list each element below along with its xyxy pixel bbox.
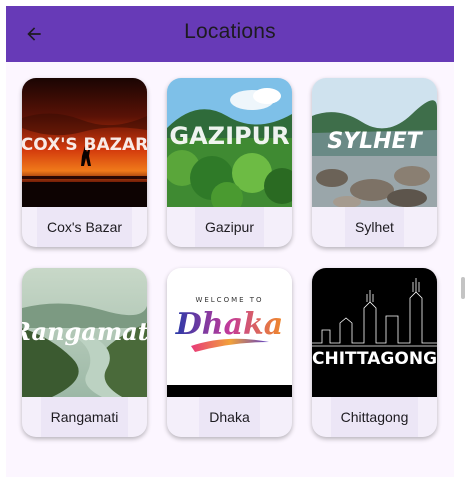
dhaka-image-text: Dhaka (175, 307, 284, 342)
dhaka-image: WELCOME TO Dhaka (167, 268, 292, 397)
location-label[interactable]: Cox's Bazar (36, 207, 133, 247)
location-label[interactable]: Rangamati (40, 397, 129, 437)
location-card-dhaka[interactable]: WELCOME TO Dhaka Dhaka (167, 268, 292, 437)
coxs-bazar-image: COX'S BAZAR (22, 78, 147, 207)
location-card-rangamati[interactable]: Rangamati Rangamati (22, 268, 147, 437)
location-label[interactable]: Gazipur (194, 207, 265, 247)
rangamati-image-text: Rangamati (22, 317, 147, 346)
sylhet-image: SYLHET (312, 78, 437, 207)
chittagong-image-text: CHITTAGONG (312, 349, 437, 369)
location-card-chittagong[interactable]: CHITTAGONG Chittagong (312, 268, 437, 437)
rangamati-image: Rangamati (22, 268, 147, 397)
location-label[interactable]: Dhaka (199, 397, 260, 437)
location-label[interactable]: Chittagong (330, 397, 419, 437)
location-card-coxs-bazar[interactable]: COX'S BAZAR Cox's Bazar (22, 78, 147, 247)
app-screen: Locations COX'S BAZAR Cox's Bazar GAZIPU… (6, 6, 454, 477)
dhaka-image-subtext: WELCOME TO (195, 296, 263, 304)
scrollbar-thumb[interactable] (461, 277, 465, 299)
sylhet-image-text: SYLHET (327, 129, 423, 154)
page-title: Locations (184, 20, 276, 43)
gazipur-image: GAZIPUR (167, 78, 292, 207)
location-label[interactable]: Sylhet (345, 207, 404, 247)
coxs-bazar-image-text: COX'S BAZAR (22, 135, 147, 155)
chittagong-image: CHITTAGONG (312, 268, 437, 397)
location-card-gazipur[interactable]: GAZIPUR Gazipur (167, 78, 292, 247)
app-bar: Locations (6, 6, 454, 62)
gazipur-image-text: GAZIPUR (169, 122, 289, 150)
location-card-sylhet[interactable]: SYLHET Sylhet (312, 78, 437, 247)
